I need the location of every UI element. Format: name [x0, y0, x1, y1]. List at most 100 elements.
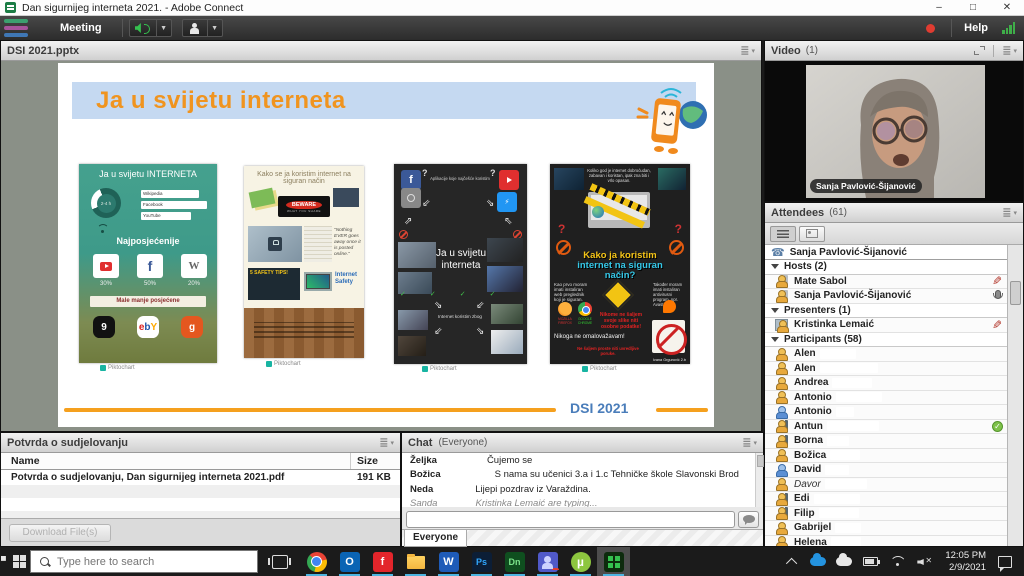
attendees-scrollbar[interactable] — [1007, 245, 1023, 546]
taskbar-app-icon[interactable] — [300, 547, 333, 576]
attendee-row[interactable]: Antun — [765, 420, 1007, 435]
attendee-row[interactable]: Mate Sabol — [765, 275, 1007, 290]
taskbar-app-icon[interactable]: O — [333, 547, 366, 576]
video-pod-menu-icon[interactable] — [1002, 44, 1017, 57]
attendee-name: Alen — [794, 363, 816, 374]
photo-thumb — [658, 168, 686, 190]
taskbar-app-icon[interactable]: µ — [564, 547, 597, 576]
files-pod-menu-icon[interactable] — [379, 436, 394, 449]
fullscreen-icon[interactable] — [974, 46, 985, 55]
attendee-row[interactable]: Helena — [765, 536, 1007, 547]
taskbar-app-icon[interactable] — [597, 547, 630, 576]
attendee-name: Filip — [794, 508, 815, 519]
download-files-button[interactable]: Download File(s) — [9, 524, 111, 542]
raise-hand-button[interactable] — [182, 19, 208, 37]
list-view-button[interactable] — [770, 226, 796, 242]
attendee-row[interactable]: Alen — [765, 347, 1007, 362]
system-tray: 12:05 PM 2/9/2021 — [781, 547, 1024, 576]
attendees-list[interactable]: Hosts (2) Mate Sabol Sanja Pavlović-Šija… — [765, 260, 1007, 546]
person-icon — [775, 275, 788, 287]
file-row[interactable]: Potvrda o sudjelovanju, Dan sigurnijeg i… — [1, 470, 400, 485]
attendee-row[interactable]: Filip — [765, 507, 1007, 522]
photo-collage — [398, 336, 426, 356]
search-input[interactable] — [57, 556, 227, 568]
active-speaker-row[interactable]: ☎ Sanja Pavlović-Šijanović — [765, 245, 1007, 260]
connection-signal-icon[interactable] — [1002, 22, 1016, 34]
scrollbar-thumb[interactable] — [1010, 281, 1021, 305]
speaker-dropdown[interactable]: ▼ — [157, 19, 172, 37]
chat-tab-bar: Everyone — [402, 529, 763, 546]
battery-icon[interactable] — [863, 557, 878, 566]
attendee-row[interactable]: Antonio — [765, 391, 1007, 406]
attendees-pod-header[interactable]: Attendees (61) — [765, 203, 1023, 223]
attendee-row[interactable]: Kristinka Lemaić — [765, 318, 1007, 333]
start-button[interactable] — [0, 547, 26, 576]
person-icon — [775, 493, 788, 505]
attendee-row[interactable]: Alen — [765, 362, 1007, 377]
participants-section-header[interactable]: Participants (58) — [765, 333, 1007, 348]
help-menu[interactable]: Help — [964, 22, 988, 34]
action-center-icon[interactable] — [998, 556, 1012, 568]
volume-muted-icon[interactable] — [917, 556, 933, 567]
title-bar[interactable]: Dan sigurnijeg interneta 2021. - Adobe C… — [0, 0, 1024, 16]
attendee-row[interactable]: Davor — [765, 478, 1007, 493]
chat-scope: (Everyone) — [438, 437, 487, 448]
wifi-icon[interactable] — [890, 556, 905, 567]
attendee-row[interactable]: David — [765, 463, 1007, 478]
attendee-row[interactable]: Sanja Pavlović-Šijanović — [765, 289, 1007, 304]
adobe-connect-logo — [4, 19, 34, 37]
warning-diamond-icon — [602, 279, 633, 310]
tray-expand-icon[interactable] — [786, 557, 797, 568]
taskbar-app-icon[interactable]: Dn — [498, 547, 531, 576]
taskbar-clock[interactable]: 12:05 PM 2/9/2021 — [945, 550, 986, 573]
video-pod-header[interactable]: Video (1) — [765, 41, 1023, 61]
attendee-row[interactable]: Borna — [765, 434, 1007, 449]
checkmarks-row: ✓✓✓✓ — [400, 290, 520, 298]
chat-messages[interactable]: Željka Čujemo se Božica S nama su učenic… — [402, 453, 755, 507]
redaction-box — [441, 499, 469, 507]
name-column-header[interactable]: Name — [11, 455, 40, 467]
attendee-row[interactable]: Gabrijel — [765, 521, 1007, 536]
chat-pod-menu-icon[interactable] — [742, 436, 757, 449]
onedrive-icon[interactable] — [810, 557, 826, 566]
attendee-row[interactable]: Edi — [765, 492, 1007, 507]
taskbar-app-icon[interactable] — [399, 547, 432, 576]
bar-facebook: Facebook — [141, 201, 207, 209]
taskbar-app-icon[interactable]: Ps — [465, 547, 498, 576]
attendee-name: Davor — [794, 479, 821, 490]
close-button[interactable]: ✕ — [990, 0, 1024, 16]
presenters-section-header[interactable]: Presenters (1) — [765, 304, 1007, 319]
chat-pod-header[interactable]: Chat (Everyone) — [402, 433, 763, 453]
attendee-row[interactable]: Antonio — [765, 405, 1007, 420]
raise-hand-dropdown[interactable]: ▼ — [208, 19, 223, 37]
meeting-menu[interactable]: Meeting — [46, 22, 116, 34]
share-pod-header[interactable]: DSI 2021.pptx — [1, 41, 761, 61]
attendee-row[interactable]: Božica — [765, 449, 1007, 464]
redaction-box — [814, 494, 860, 504]
attendees-pod-menu-icon[interactable] — [1002, 206, 1017, 219]
attendee-row[interactable]: Andrea — [765, 376, 1007, 391]
send-message-icon[interactable] — [738, 511, 759, 528]
chat-scrollbar[interactable] — [755, 453, 763, 507]
speaker-button[interactable] — [129, 19, 157, 37]
minimize-button[interactable]: – — [922, 0, 956, 16]
attendee-name: Helena — [794, 537, 827, 546]
tab-everyone[interactable]: Everyone — [404, 530, 467, 547]
size-column-header[interactable]: Size — [357, 455, 378, 467]
maximize-button[interactable]: □ — [956, 0, 990, 16]
chat-input[interactable] — [406, 511, 735, 528]
slide-footer-line — [656, 408, 708, 412]
windows-taskbar: O f W Ps Dn µ — [0, 547, 1024, 576]
taskbar-app-icon[interactable] — [531, 547, 564, 576]
files-pod-header[interactable]: Potvrda o sudjelovanju — [1, 433, 400, 453]
taskbar-search[interactable] — [30, 550, 258, 573]
share-pod-menu-icon[interactable] — [740, 44, 755, 57]
chat-message: Sanda Kristinka Lemaić are typing... — [402, 497, 755, 508]
cloud-icon[interactable] — [836, 557, 852, 566]
hosts-section-header[interactable]: Hosts (2) — [765, 260, 1007, 275]
task-view-icon[interactable] — [272, 555, 288, 569]
card-view-button[interactable] — [799, 226, 825, 242]
taskbar-app-icon[interactable]: W — [432, 547, 465, 576]
wikipedia-icon: W — [181, 254, 207, 278]
taskbar-app-icon[interactable]: f — [366, 547, 399, 576]
